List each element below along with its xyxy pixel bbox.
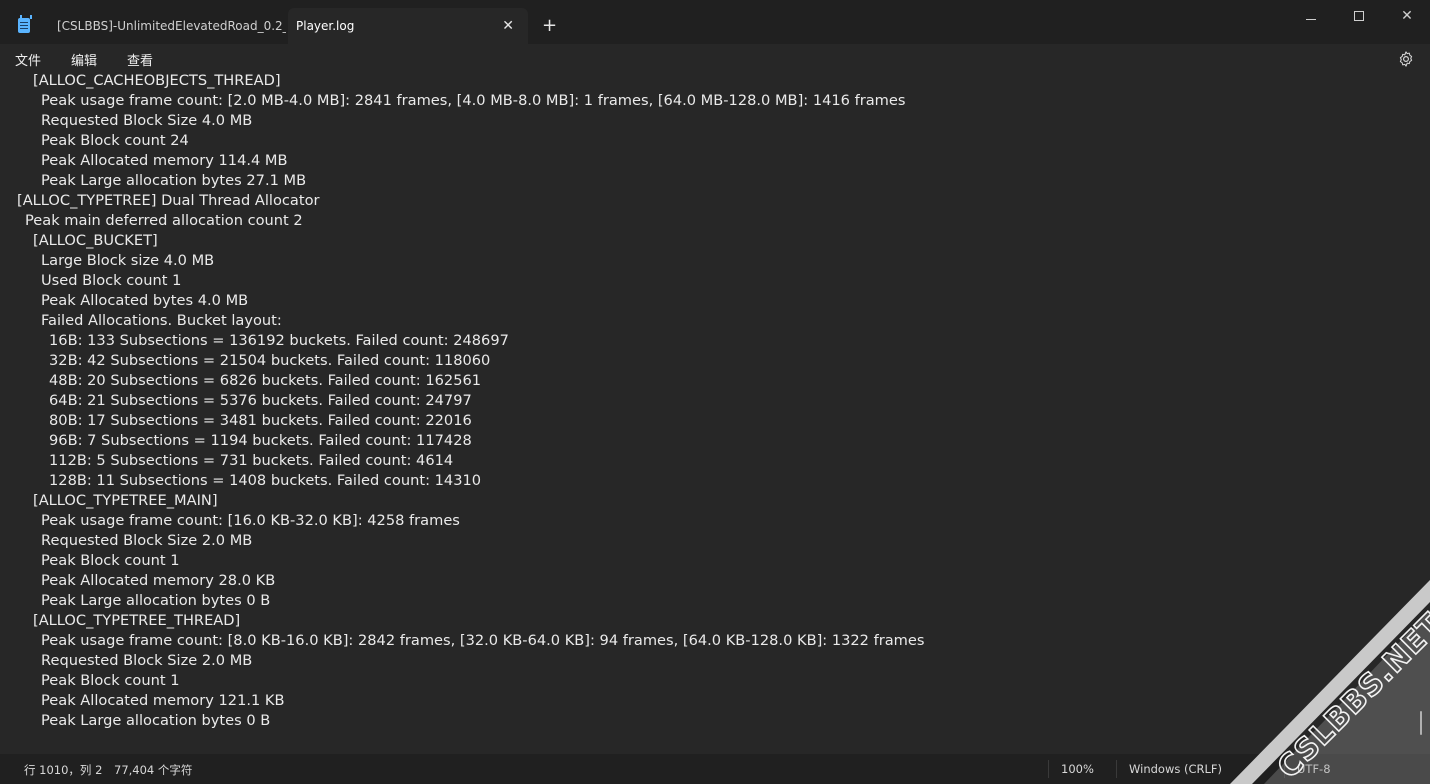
tab-player-log[interactable]: Player.log ✕ <box>288 8 528 44</box>
log-line: Peak usage frame count: [2.0 MB-4.0 MB]:… <box>41 92 906 109</box>
log-line: Peak usage frame count: [16.0 KB-32.0 KB… <box>41 512 460 529</box>
log-line: Large Block size 4.0 MB <box>41 252 215 269</box>
log-line: Peak main deferred allocation count 2 <box>25 212 303 229</box>
menu-view[interactable]: 查看 <box>127 50 153 69</box>
log-line: [ALLOC_TYPETREE] Dual Thread Allocator <box>17 192 320 209</box>
log-line: Peak Allocated memory 114.4 MB <box>41 152 288 169</box>
character-count: 77,404 个字符 <box>114 763 193 777</box>
maximize-button[interactable] <box>1336 8 1382 28</box>
log-line: Peak Allocated memory 28.0 KB <box>41 572 276 589</box>
log-line: Requested Block Size 4.0 MB <box>41 112 253 129</box>
log-line: Used Block count 1 <box>41 272 182 289</box>
title-bar: [CSLBBS]-UnlimitedElevatedRoad_0.2_b5.c … <box>0 0 1430 44</box>
close-window-button[interactable]: ✕ <box>1384 8 1430 28</box>
minimize-button[interactable] <box>1288 8 1334 28</box>
menu-file[interactable]: 文件 <box>15 50 41 69</box>
log-line: Peak usage frame count: [8.0 KB-16.0 KB]… <box>41 632 925 649</box>
log-line: Peak Block count 24 <box>41 132 189 149</box>
log-line: Peak Large allocation bytes 0 B <box>41 592 271 609</box>
log-line: 64B: 21 Subsections = 5376 buckets. Fail… <box>49 392 472 409</box>
log-line: Requested Block Size 2.0 MB <box>41 652 253 669</box>
maximize-icon <box>1354 11 1364 21</box>
cursor-position: 行 1010，列 2 <box>24 763 103 777</box>
log-line: [ALLOC_BUCKET] <box>33 232 158 249</box>
notepad-app-icon <box>18 15 32 33</box>
log-line: Peak Allocated memory 121.1 KB <box>41 692 285 709</box>
status-bar: 行 1010，列 2 77,404 个字符 100% Windows (CRLF… <box>0 754 1430 784</box>
line-ending[interactable]: Windows (CRLF) <box>1129 762 1222 776</box>
log-line: 48B: 20 Subsections = 6826 buckets. Fail… <box>49 372 482 389</box>
tab-cslbbs-file[interactable]: [CSLBBS]-UnlimitedElevatedRoad_0.2_b5.c <box>46 8 286 44</box>
menu-bar: 文件 编辑 查看 <box>0 44 1430 74</box>
log-line: Peak Large allocation bytes 0 B <box>41 712 271 729</box>
close-tab-icon[interactable]: ✕ <box>502 8 514 44</box>
log-line: [ALLOC_CACHEOBJECTS_THREAD] <box>33 74 281 89</box>
status-divider <box>1284 760 1285 778</box>
log-line: Peak Large allocation bytes 27.1 MB <box>41 172 307 189</box>
log-line: 16B: 133 Subsections = 136192 buckets. F… <box>49 332 509 349</box>
log-line: [ALLOC_TYPETREE_MAIN] <box>33 492 218 509</box>
status-divider <box>1116 760 1117 778</box>
log-line: Failed Allocations. Bucket layout: <box>41 312 282 329</box>
log-line: 96B: 7 Subsections = 1194 buckets. Faile… <box>49 432 472 449</box>
log-line: 128B: 11 Subsections = 1408 buckets. Fai… <box>49 472 482 489</box>
log-line: Peak Block count 1 <box>41 552 180 569</box>
log-line: Requested Block Size 2.0 MB <box>41 532 253 549</box>
new-tab-icon[interactable]: + <box>542 16 557 36</box>
tab-label: Player.log <box>296 19 355 33</box>
log-line: 112B: 5 Subsections = 731 buckets. Faile… <box>49 452 454 469</box>
log-line: Peak Block count 1 <box>41 672 180 689</box>
log-line: Peak Allocated bytes 4.0 MB <box>41 292 249 309</box>
zoom-level[interactable]: 100% <box>1061 762 1094 776</box>
log-line: 80B: 17 Subsections = 3481 buckets. Fail… <box>49 412 472 429</box>
menu-edit[interactable]: 编辑 <box>71 50 97 69</box>
encoding[interactable]: UTF-8 <box>1297 762 1331 776</box>
tab-label: [CSLBBS]-UnlimitedElevatedRoad_0.2_b5.c <box>57 19 286 33</box>
text-editor[interactable]: [ALLOC_CACHEOBJECTS_THREAD] Peak usage fr… <box>0 74 1430 754</box>
vertical-scrollbar-thumb[interactable] <box>1420 711 1422 735</box>
status-divider <box>1048 760 1049 778</box>
close-icon: ✕ <box>1401 8 1413 24</box>
minimize-icon <box>1306 19 1316 20</box>
log-line: 32B: 42 Subsections = 21504 buckets. Fai… <box>49 352 491 369</box>
settings-gear-icon[interactable] <box>1397 50 1415 68</box>
log-line: [ALLOC_TYPETREE_THREAD] <box>33 612 241 629</box>
